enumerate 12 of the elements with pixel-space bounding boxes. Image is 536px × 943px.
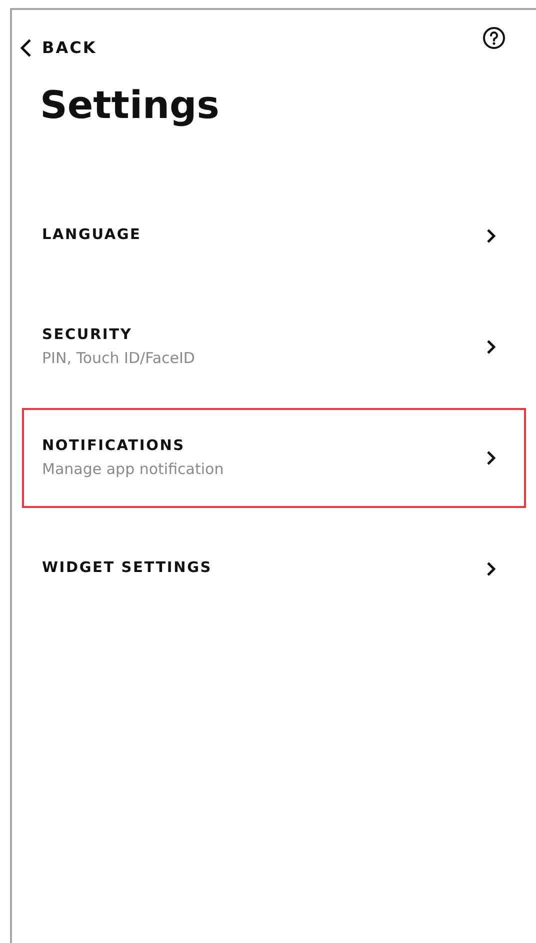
page-title: Settings (40, 86, 220, 124)
back-button[interactable]: BACK (20, 22, 97, 74)
settings-item[interactable]: LANGUAGE (22, 186, 526, 286)
settings-item[interactable]: SECURITY PIN, Touch ID/FaceID (22, 297, 526, 397)
chevron-right-icon (486, 450, 496, 466)
back-icon (20, 38, 32, 58)
chevron-right-icon (486, 228, 496, 244)
chevron-right-icon (486, 339, 496, 355)
settings-item[interactable]: NOTIFICATIONS Manage app notification (22, 408, 526, 508)
settings-item[interactable]: WIDGET SETTINGS (22, 519, 526, 619)
help-icon[interactable] (482, 26, 506, 50)
chevron-right-icon (486, 561, 496, 577)
